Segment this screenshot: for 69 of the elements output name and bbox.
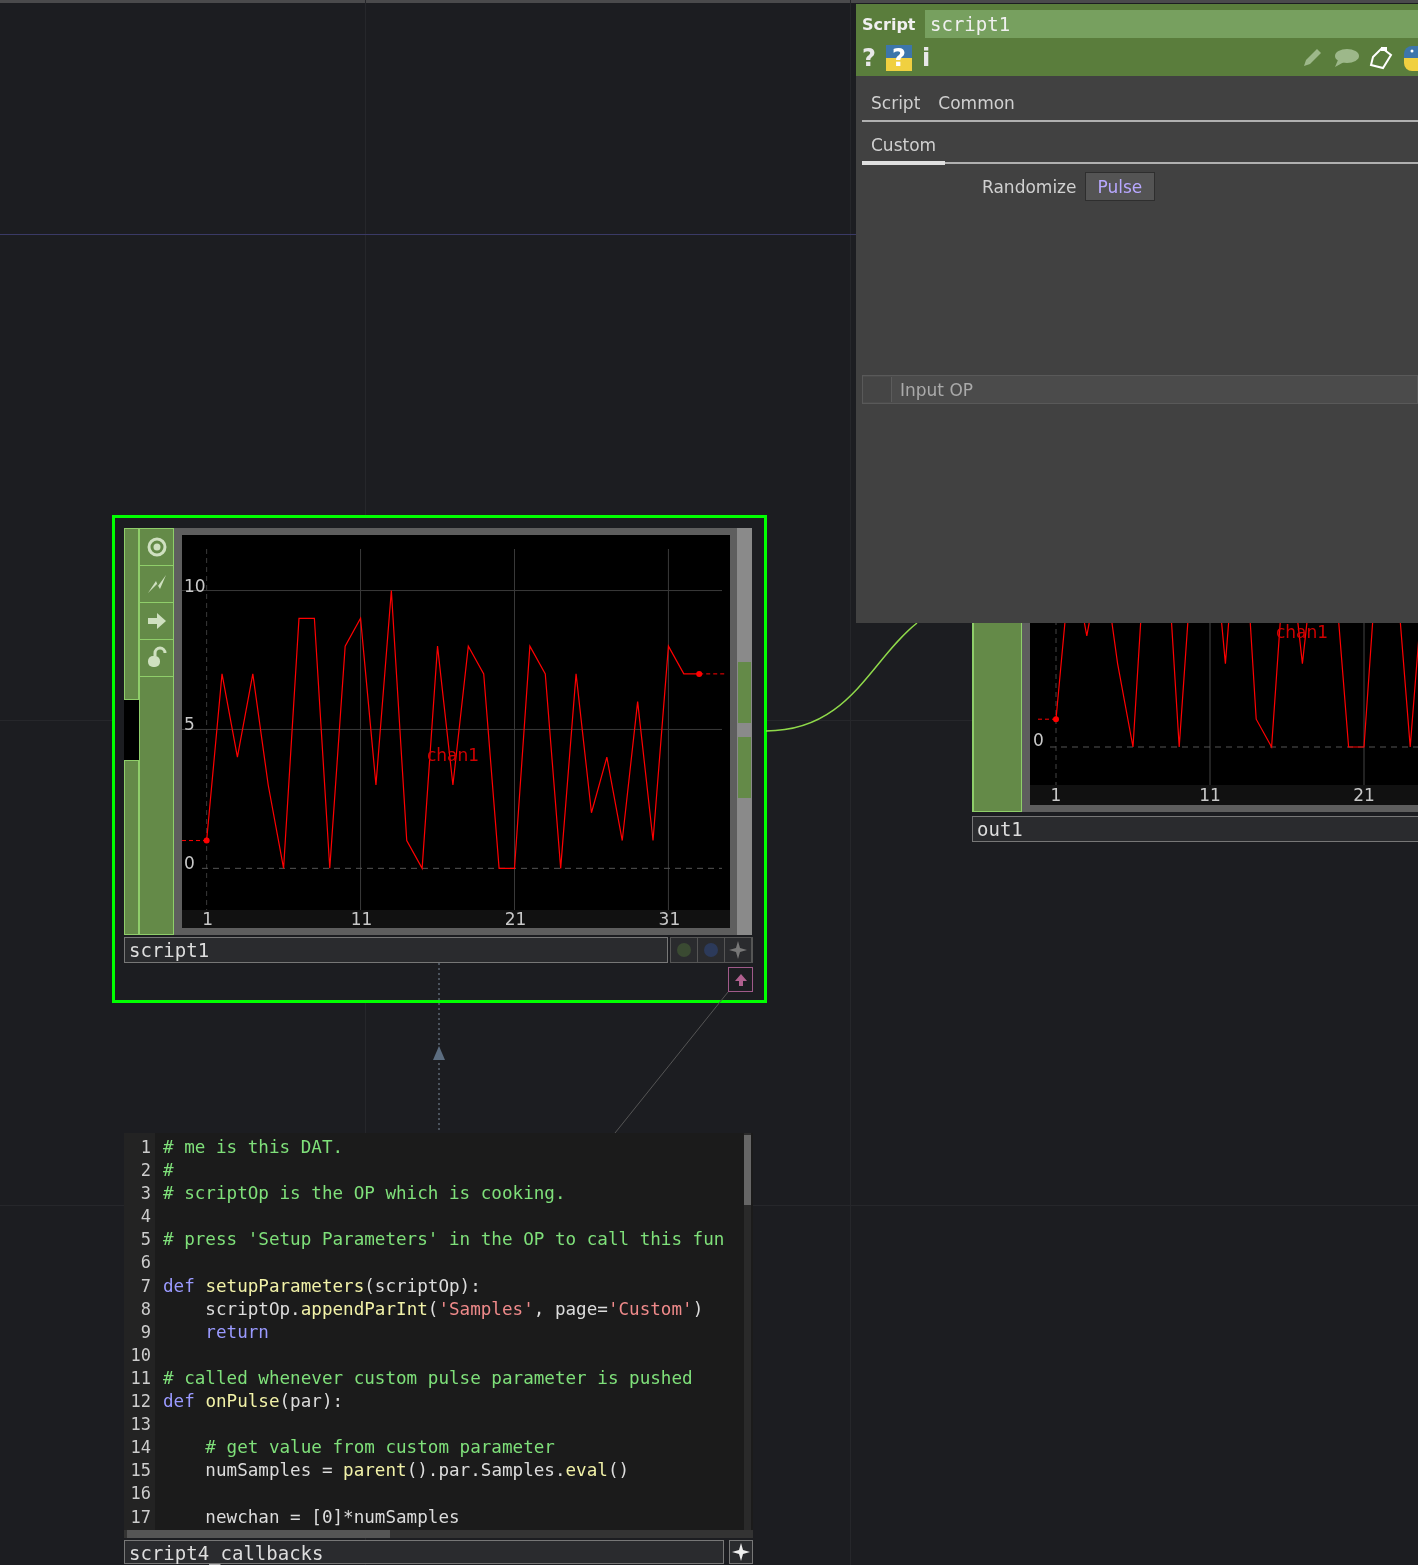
code-line: # me is this DAT.: [163, 1136, 344, 1159]
info-button[interactable]: i: [921, 45, 931, 71]
axis-label: 5: [184, 714, 195, 735]
operator-type-label: Script: [861, 14, 917, 34]
code-line: return: [204, 1320, 269, 1344]
scrollbar[interactable]: [744, 1133, 751, 1530]
line-number: 16: [129, 1482, 152, 1506]
tab[interactable]: Custom: [862, 135, 946, 165]
code-line: # press 'Setup Parameters' in the OP to call this fun: [163, 1228, 725, 1252]
line-number: 5: [139, 1228, 152, 1252]
line-number: 2: [139, 1159, 152, 1183]
code-line: # get value from custom parameter: [204, 1436, 555, 1460]
line-number: 3: [139, 1182, 152, 1206]
axis-label: 10: [184, 575, 206, 596]
code-line: # scriptOp is the OP which is cooking.: [163, 1182, 566, 1206]
strip-gap: [124, 700, 139, 760]
axis-label: 1: [1050, 785, 1062, 805]
scrollbar[interactable]: [737, 528, 752, 935]
end-point: [203, 837, 210, 844]
code-line: #: [163, 1159, 174, 1183]
node-name-field[interactable]: out1: [972, 816, 1418, 842]
line-number: 10: [129, 1343, 152, 1367]
dot-icon[interactable]: [677, 943, 691, 957]
section-header[interactable]: Input OP: [862, 375, 1418, 404]
up-arrow-icon: [733, 972, 748, 987]
line-number: 17: [129, 1505, 152, 1529]
axis-label: 11: [1199, 785, 1221, 805]
dot-icon[interactable]: [704, 943, 718, 957]
line-number: 4: [139, 1205, 152, 1229]
pulse-button[interactable]: Pulse: [1084, 172, 1156, 201]
line-number: 14: [129, 1436, 152, 1460]
scrollbar[interactable]: [124, 1530, 753, 1538]
code-editor[interactable]: [124, 1133, 753, 1530]
tab[interactable]: Script: [862, 93, 930, 123]
line-number: 6: [139, 1251, 152, 1275]
code-line: scriptOp.appendParInt('Samples', page='Custom'): [204, 1297, 704, 1321]
section-label: Input OP: [900, 379, 974, 400]
axis-label: 1: [202, 909, 214, 928]
line-number: 1: [139, 1136, 152, 1159]
code-line: newchan = [0]*numSamples: [204, 1505, 460, 1529]
help-button[interactable]: ?: [862, 45, 876, 71]
end-point: [696, 670, 703, 677]
line-number: 11: [129, 1366, 152, 1390]
axis-label: 21: [1353, 785, 1375, 805]
code-line: def setupParameters(scriptOp):: [163, 1274, 481, 1298]
axis-label: 0: [184, 853, 195, 874]
axis-label: 11: [350, 909, 373, 928]
line-number: 8: [139, 1297, 152, 1321]
line-number: 13: [129, 1413, 152, 1437]
line-number: 12: [129, 1390, 152, 1414]
code-line: numSamples = parent().par.Samples.eval(): [204, 1459, 630, 1483]
parameter-label: Randomize: [982, 176, 1077, 197]
clipboard-icon[interactable]: [1368, 45, 1394, 71]
toggle-box[interactable]: [863, 377, 892, 402]
axis-label: 0: [1033, 730, 1044, 750]
node-name-field[interactable]: script1: [124, 937, 668, 963]
node-name-field[interactable]: script4_callbacks: [124, 1540, 724, 1564]
code-line: def onPulse(par):: [163, 1390, 344, 1414]
code-line: # called whenever custom pulse parameter is pushed: [163, 1366, 693, 1390]
pin-button[interactable]: [728, 967, 753, 992]
speech-bubble-icon[interactable]: [1332, 46, 1360, 70]
line-number: 7: [139, 1274, 152, 1298]
arrow-icon: [433, 1046, 445, 1060]
tab[interactable]: Common: [929, 93, 1024, 123]
axis-label: 31: [658, 909, 681, 928]
python-icon[interactable]: [1402, 45, 1418, 71]
line-number: 15: [129, 1459, 152, 1483]
axis-label: 21: [504, 909, 527, 928]
line-number: 9: [139, 1320, 152, 1344]
